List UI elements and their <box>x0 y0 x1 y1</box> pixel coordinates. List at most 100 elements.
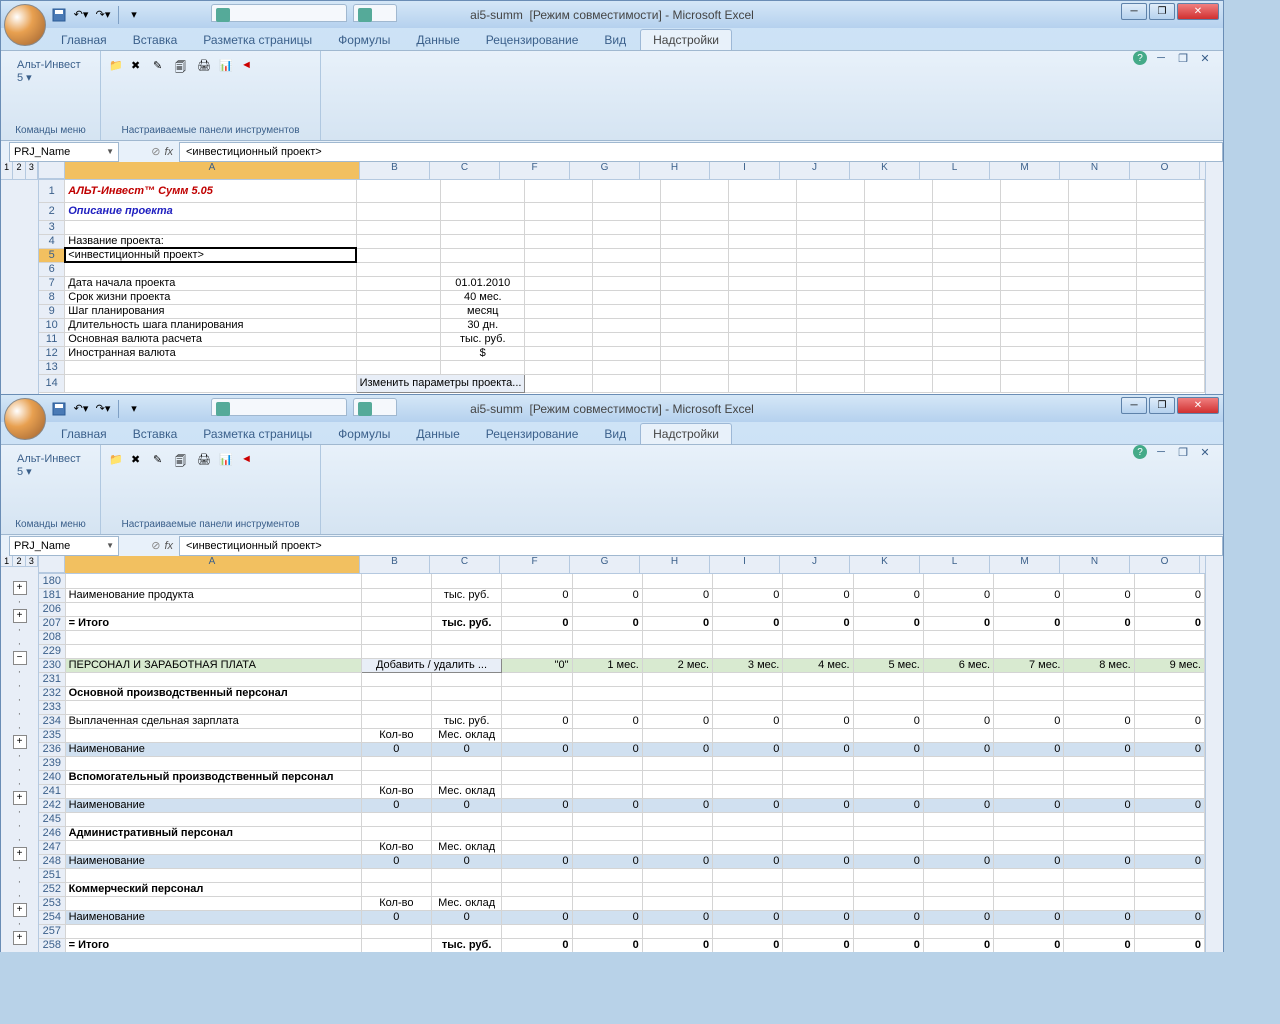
cell[interactable] <box>661 220 729 234</box>
cell[interactable] <box>65 700 361 714</box>
cell[interactable] <box>432 770 502 784</box>
cell[interactable] <box>923 644 993 658</box>
cell[interactable] <box>923 602 993 616</box>
name-box[interactable]: PRJ_Name▼ <box>9 142 119 162</box>
cell[interactable] <box>593 276 661 290</box>
cell[interactable]: 0 <box>994 938 1064 952</box>
cell[interactable]: Мес. оклад <box>432 784 502 798</box>
tab-layout[interactable]: Разметка страницы <box>191 30 324 50</box>
cell[interactable] <box>1001 374 1069 392</box>
cell[interactable] <box>572 826 642 840</box>
cell[interactable] <box>502 784 572 798</box>
cell[interactable] <box>994 756 1064 770</box>
cell[interactable] <box>994 868 1064 882</box>
cell[interactable] <box>65 868 361 882</box>
cell[interactable] <box>65 262 356 276</box>
row-header[interactable]: 1 <box>39 180 65 202</box>
outline-level-3[interactable]: 3 <box>26 556 38 566</box>
outline-expand-button[interactable]: + <box>13 847 27 861</box>
cell[interactable] <box>1064 686 1134 700</box>
cell[interactable] <box>853 840 923 854</box>
cell[interactable] <box>713 784 783 798</box>
cell[interactable] <box>1136 332 1204 346</box>
row-header[interactable]: 207 <box>39 616 65 630</box>
cell[interactable] <box>933 276 1001 290</box>
row-header[interactable]: 236 <box>39 742 65 756</box>
cell[interactable] <box>1134 924 1204 938</box>
cell[interactable] <box>1068 304 1136 318</box>
cell[interactable]: 0 <box>783 588 853 602</box>
fx-cancel-icon[interactable]: ⊘ <box>151 145 160 158</box>
cell[interactable] <box>661 304 729 318</box>
cell[interactable]: 0 <box>502 714 572 728</box>
cell[interactable]: 0 <box>572 910 642 924</box>
cell[interactable] <box>502 756 572 770</box>
cell[interactable] <box>1134 896 1204 910</box>
cell[interactable] <box>853 826 923 840</box>
cell[interactable] <box>713 672 783 686</box>
cell[interactable] <box>1134 700 1204 714</box>
cell[interactable] <box>783 770 853 784</box>
cell[interactable] <box>713 686 783 700</box>
cell[interactable] <box>356 248 440 262</box>
cell[interactable] <box>432 882 502 896</box>
cell[interactable] <box>994 882 1064 896</box>
cell[interactable] <box>356 202 440 220</box>
cell[interactable] <box>361 812 431 826</box>
cell[interactable]: ПЕРСОНАЛ И ЗАРАБОТНАЯ ПЛАТА <box>65 658 361 672</box>
cell[interactable] <box>933 332 1001 346</box>
cell[interactable] <box>1068 180 1136 202</box>
cell[interactable] <box>502 700 572 714</box>
cell[interactable]: 0 <box>502 588 572 602</box>
cell[interactable] <box>783 756 853 770</box>
cell[interactable] <box>729 220 797 234</box>
cell[interactable]: 0 <box>783 714 853 728</box>
cell[interactable] <box>1064 924 1134 938</box>
cell[interactable]: Кол-во <box>361 840 431 854</box>
cell[interactable] <box>853 728 923 742</box>
row-header[interactable]: 7 <box>39 276 65 290</box>
cell[interactable] <box>642 700 712 714</box>
cell[interactable]: Длительность шага планирования <box>65 318 356 332</box>
cell[interactable] <box>593 220 661 234</box>
toolbar-icon-3[interactable]: ✎ <box>153 453 171 471</box>
cell[interactable] <box>65 360 356 374</box>
cell[interactable] <box>572 770 642 784</box>
cell[interactable] <box>642 686 712 700</box>
cell[interactable] <box>1068 220 1136 234</box>
col-header-O[interactable]: O <box>1130 556 1200 573</box>
cell[interactable]: 6 мес. <box>923 658 993 672</box>
cell[interactable] <box>853 644 923 658</box>
cell[interactable] <box>502 882 572 896</box>
cell[interactable]: 0 <box>502 938 572 952</box>
cell[interactable] <box>361 868 431 882</box>
cell[interactable] <box>1134 756 1204 770</box>
cell[interactable] <box>661 360 729 374</box>
cell[interactable] <box>729 262 797 276</box>
cell[interactable] <box>642 574 712 588</box>
cell[interactable]: 0 <box>994 588 1064 602</box>
tab-insert[interactable]: Вставка <box>121 424 190 444</box>
cell[interactable] <box>642 770 712 784</box>
cell[interactable] <box>1064 826 1134 840</box>
cell[interactable] <box>356 234 440 248</box>
alt-invest-menu[interactable]: Альт-Инвест 5 ▾ <box>9 449 92 482</box>
redo-icon[interactable]: ↷▾ <box>93 5 113 25</box>
cell[interactable] <box>525 332 593 346</box>
fx-icon[interactable]: fx <box>164 540 173 552</box>
doc-minimize-icon[interactable]: ─ <box>1153 50 1169 66</box>
cell[interactable] <box>356 304 440 318</box>
cell[interactable] <box>661 374 729 392</box>
col-header-C[interactable]: C <box>430 556 500 573</box>
cell[interactable] <box>642 644 712 658</box>
cell[interactable] <box>923 896 993 910</box>
cell[interactable] <box>713 896 783 910</box>
formula-input[interactable] <box>179 536 1223 556</box>
cell[interactable] <box>1136 248 1204 262</box>
cell[interactable] <box>729 276 797 290</box>
row-header[interactable]: 235 <box>39 728 65 742</box>
cell[interactable] <box>853 812 923 826</box>
cell[interactable] <box>729 318 797 332</box>
cell[interactable] <box>1134 770 1204 784</box>
col-header-L[interactable]: L <box>920 556 990 573</box>
